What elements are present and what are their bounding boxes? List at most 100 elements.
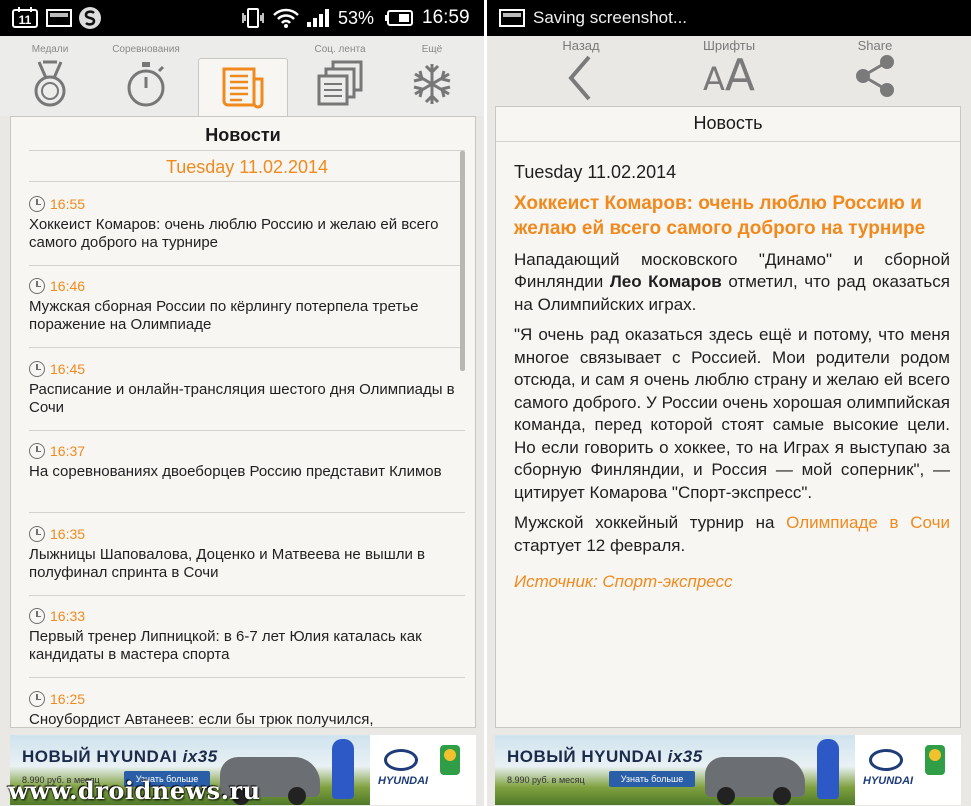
news-title: На соревнованиях двоеборцев Россию предс… xyxy=(29,463,442,480)
news-time: 16:45 xyxy=(50,361,86,377)
share-button[interactable]: Share xyxy=(815,36,935,110)
back-button[interactable]: Назад xyxy=(521,36,641,110)
clock-icon xyxy=(29,196,45,212)
section-title: Новость xyxy=(693,113,763,133)
ad-banner[interactable]: НОВЫЙ HYUNDAI ix35 8.990 руб. в месяц Уз… xyxy=(495,735,961,805)
clock-icon xyxy=(29,608,45,624)
article-paragraph: "Я очень рад оказаться здесь ещё и потом… xyxy=(514,325,950,502)
news-panel: Новости Tuesday 11.02.2014 16:55 Хоккеис… xyxy=(10,116,476,728)
tab-more[interactable]: Ещё xyxy=(386,36,478,116)
clock-icon xyxy=(29,526,45,542)
divider xyxy=(29,512,465,513)
article-panel: Новость Tuesday 11.02.2014 Хоккеист Кома… xyxy=(495,106,961,728)
left-phone-screen: 11 53% 16:59 Медали Соревнования Соц. ле… xyxy=(0,0,484,806)
saving-screenshot-text: Saving screenshot... xyxy=(533,8,688,27)
list-item[interactable]: 16:35 Лыжницы Шаповалова, Доценко и Матв… xyxy=(29,525,469,582)
clock-icon xyxy=(29,443,45,459)
news-title: Лыжницы Шаповалова, Доценко и Матвеева н… xyxy=(29,546,425,581)
clock-icon xyxy=(29,361,45,377)
notification-badge-icon: 11 xyxy=(12,0,40,36)
ad-price: 8.990 руб. в месяц xyxy=(507,775,585,785)
screenshot-icon xyxy=(499,0,525,36)
news-time: 16:37 xyxy=(50,443,86,459)
list-item[interactable]: 16:37 На соревнованиях двоеборцев Россию… xyxy=(29,442,469,481)
article-paragraph: Нападающий московского "Динамо" и сборно… xyxy=(514,249,950,314)
olympics-link[interactable]: Олимпиаде в Сочи xyxy=(786,513,950,532)
ad-learn-more-button[interactable]: Узнать больше xyxy=(609,771,695,787)
tab-bar: Медали Соревнования Соц. лента Ещё xyxy=(0,36,484,118)
back-label: Назад xyxy=(562,38,600,53)
vibrate-icon xyxy=(240,0,266,36)
player-image xyxy=(817,739,839,799)
news-title: Расписание и онлайн-трансляция шестого д… xyxy=(29,381,455,416)
watermark: www.droidnews.ru xyxy=(8,776,261,805)
news-time: 16:35 xyxy=(50,526,86,542)
news-title: Хоккеист Комаров: очень люблю Россию и ж… xyxy=(29,216,439,251)
tab-competitions[interactable]: Соревнования xyxy=(100,36,192,116)
hyundai-logo-icon xyxy=(384,749,418,771)
tab-label: Соревнования xyxy=(112,44,180,55)
medal-icon xyxy=(34,60,66,107)
news-time: 16:46 xyxy=(50,278,86,294)
news-title: Мужская сборная России по кёрлингу потер… xyxy=(29,298,419,333)
article-date: Tuesday 11.02.2014 xyxy=(514,162,677,182)
share-label: Share xyxy=(857,38,893,53)
right-phone-screen: Saving screenshot... Назад Шрифты AA Sha… xyxy=(487,0,971,806)
news-title: Первый тренер Липницкой: в 6-7 лет Юлия … xyxy=(29,628,422,663)
wifi-icon xyxy=(272,0,300,36)
list-item[interactable]: 16:46 Мужская сборная России по кёрлингу… xyxy=(29,277,469,334)
hyundai-logo-icon xyxy=(869,749,903,771)
snowflake-icon xyxy=(413,64,451,104)
tab-social-feed[interactable]: Соц. лента xyxy=(294,36,386,116)
signal-icon xyxy=(306,0,332,36)
ad-headline: НОВЫЙ HYUNDAI ix35 xyxy=(22,747,218,766)
newspaper-icon xyxy=(222,67,264,109)
news-date: Tuesday 11.02.2014 xyxy=(165,157,329,177)
image-icon xyxy=(46,0,72,36)
status-bar: Saving screenshot... xyxy=(487,0,971,36)
scrollbar[interactable] xyxy=(460,151,465,371)
list-item[interactable]: 16:25 Сноубордист Автанеев: если бы трюк… xyxy=(29,690,469,729)
stopwatch-icon xyxy=(127,62,165,107)
tab-news[interactable] xyxy=(198,58,288,118)
tab-label: Соц. лента xyxy=(314,44,366,55)
battery-icon xyxy=(384,0,414,36)
clock-icon xyxy=(29,278,45,294)
world-cup-logo-icon xyxy=(440,745,460,775)
divider xyxy=(29,347,465,348)
article-paragraph: Мужской хоккейный турнир на Олимпиаде в … xyxy=(514,513,950,555)
ad-brand-text: HYUNDAI xyxy=(863,775,914,787)
share-icon xyxy=(856,55,894,97)
divider xyxy=(29,265,465,266)
news-title: Сноубордист Автанеев: если бы трюк получ… xyxy=(29,711,374,728)
list-item[interactable]: 16:45 Расписание и онлайн-трансляция шес… xyxy=(29,360,469,417)
ad-brand-text: HYUNDAI xyxy=(378,775,429,787)
source-link[interactable]: Источник: Спорт-экспресс xyxy=(514,571,950,594)
person-name: Лео Комаров xyxy=(609,272,722,291)
list-item[interactable]: 16:33 Первый тренер Липницкой: в 6-7 лет… xyxy=(29,607,469,664)
tab-medals[interactable]: Медали xyxy=(4,36,96,116)
clock-time: 16:59 xyxy=(422,7,470,28)
stacked-pages-icon xyxy=(317,60,363,106)
news-time: 16:55 xyxy=(50,196,86,212)
tab-label: Медали xyxy=(31,44,69,55)
battery-percent: 53% xyxy=(338,7,375,28)
divider xyxy=(29,150,465,151)
player-image xyxy=(332,739,354,799)
divider xyxy=(29,677,465,678)
news-time: 16:25 xyxy=(50,691,86,707)
notification-badge-text: 11 xyxy=(19,13,32,27)
section-title: Новости xyxy=(205,125,281,145)
ad-logo-area: HYUNDAI xyxy=(855,735,961,805)
fonts-button[interactable]: Шрифты AA xyxy=(669,36,789,110)
list-item[interactable]: 16:55 Хоккеист Комаров: очень люблю Росс… xyxy=(29,195,469,252)
ad-headline: НОВЫЙ HYUNDAI ix35 xyxy=(507,747,703,766)
article-body: Tuesday 11.02.2014 Хоккеист Комаров: оче… xyxy=(514,161,950,594)
clock-icon xyxy=(29,691,45,707)
world-cup-logo-icon xyxy=(925,745,945,775)
divider xyxy=(496,141,960,142)
news-time: 16:33 xyxy=(50,608,86,624)
ad-logo-area: HYUNDAI xyxy=(370,735,476,805)
car-image xyxy=(705,757,805,805)
tab-label: Ещё xyxy=(421,44,443,55)
